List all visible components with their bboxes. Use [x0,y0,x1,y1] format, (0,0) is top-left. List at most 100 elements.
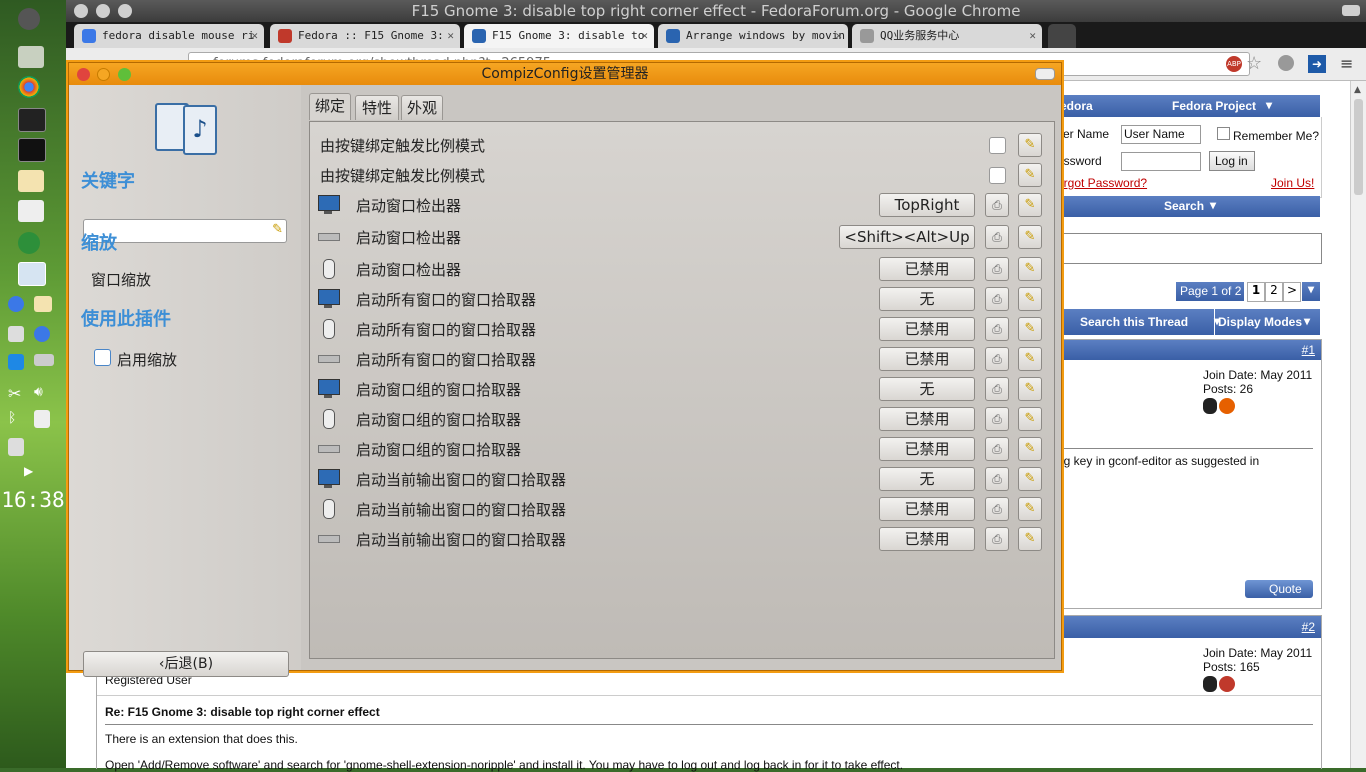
quote-button[interactable]: Quote [1245,580,1313,598]
username-input[interactable]: User Name [1121,125,1201,144]
clipboard-icon[interactable] [34,410,50,428]
browser-tab-1[interactable]: fedora disable mouse ri ✕ [74,24,264,48]
back-button[interactable]: ‹后退(B) [83,651,289,677]
update-icon[interactable] [34,326,50,342]
browser-tab-4[interactable]: Arrange windows by movin ✕ [658,24,848,48]
reset-broom-icon[interactable]: ✎ [1018,467,1042,491]
binding-value-button[interactable]: 已禁用 [879,527,975,551]
tab-features[interactable]: 特性 [355,95,399,120]
keyboard-icon[interactable] [34,354,54,366]
menu-icon[interactable]: ≡ [1340,54,1353,73]
scrollbar-thumb[interactable] [1354,99,1363,195]
browser-tab-3[interactable]: F15 Gnome 3: disable to ✕ [464,24,654,48]
reset-broom-icon[interactable]: ✎ [1018,133,1042,157]
system-monitor-icon[interactable] [18,108,46,132]
star-icon[interactable]: ☆ [1246,53,1262,74]
scroll-up-icon[interactable]: ▲ [1354,85,1361,95]
maximize-icon[interactable] [118,4,132,18]
edit-binding-icon[interactable]: ⎙ [985,225,1009,249]
reset-broom-icon[interactable]: ✎ [1018,497,1042,521]
search-bar[interactable]: Search ▾ [1056,196,1320,217]
reset-broom-icon[interactable]: ✎ [1018,163,1042,187]
binding-value-button[interactable]: 已禁用 [879,437,975,461]
binding-checkbox[interactable] [989,167,1006,184]
browser-tab-2[interactable]: Fedora :: F15 Gnome 3: ✕ [270,24,460,48]
next-page[interactable]: > [1283,282,1301,302]
page-1[interactable]: 1 [1247,282,1265,302]
edit-binding-icon[interactable]: ⎙ [985,407,1009,431]
browser-tab-5[interactable]: QQ业务服务中心 ✕ [852,24,1042,48]
tab-bindings[interactable]: 绑定 [309,93,351,120]
edit-binding-icon[interactable]: ⎙ [985,497,1009,521]
edit-binding-icon[interactable]: ⎙ [985,347,1009,371]
display-modes-menu[interactable]: Display Modes [1214,315,1302,329]
enable-plugin-checkbox[interactable] [94,349,111,366]
binding-value-button[interactable]: 已禁用 [879,497,975,521]
close-icon[interactable]: ✕ [251,24,258,48]
battery-icon[interactable] [8,438,24,456]
binding-value-button[interactable]: 已禁用 [879,347,975,371]
edit-binding-icon[interactable]: ⎙ [985,437,1009,461]
bluetooth-icon[interactable]: ᛒ [8,410,24,428]
network-icon[interactable] [8,296,24,312]
minimize-icon[interactable] [96,4,110,18]
close-icon[interactable]: ✕ [835,24,842,48]
edit-binding-icon[interactable]: ⎙ [985,257,1009,281]
close-icon[interactable]: ✕ [1029,24,1036,48]
chevron-down-icon[interactable]: ▾ [1266,98,1272,112]
new-tab-button[interactable] [1048,24,1076,48]
dialog-titlebar[interactable]: CompizConfig设置管理器 [69,63,1061,85]
binding-value-button[interactable]: 已禁用 [879,407,975,431]
reset-broom-icon[interactable]: ✎ [1018,377,1042,401]
scissors-icon[interactable]: ✂ [8,384,24,403]
volume-icon[interactable]: 🔊︎ [34,384,52,400]
tab-appearance[interactable]: 外观 [401,95,443,120]
binding-value-button[interactable]: <Shift><Alt>Up [839,225,975,249]
forgot-password-link[interactable]: orgot Password? [1057,176,1147,190]
restore-icon[interactable] [1035,68,1055,80]
clear-icon[interactable]: ✎ [272,222,283,237]
page-2[interactable]: 2 [1265,282,1283,302]
reset-broom-icon[interactable]: ✎ [1018,527,1042,551]
binding-value-button[interactable]: TopRight [879,193,975,217]
close-icon[interactable] [77,68,90,81]
minimize-icon[interactable] [97,68,110,81]
reset-broom-icon[interactable]: ✎ [1018,257,1042,281]
restore-icon[interactable] [1342,5,1360,16]
remember-checkbox[interactable] [1217,127,1230,140]
post-number[interactable]: #2 [1302,620,1315,634]
close-icon[interactable]: ✕ [447,24,454,48]
compiz-settings-icon[interactable] [18,262,46,286]
book-icon[interactable] [18,170,44,192]
reader-icon[interactable] [34,296,52,312]
page-scrollbar[interactable]: ▲ [1350,81,1366,768]
clock[interactable]: 16:38 [0,488,66,512]
binding-value-button[interactable]: 已禁用 [879,317,975,341]
reset-broom-icon[interactable]: ✎ [1018,347,1042,371]
close-icon[interactable] [74,4,88,18]
category-item[interactable]: 窗口缩放 [91,269,151,290]
post-number[interactable]: #1 [1302,343,1315,357]
screenshot-icon[interactable] [8,326,24,342]
edit-binding-icon[interactable]: ⎙ [985,193,1009,217]
nav-left-label[interactable]: edora [1060,99,1093,113]
close-icon[interactable]: ✕ [641,24,648,48]
search-thread-menu[interactable]: Search this Thread [1080,315,1188,329]
file-manager-icon[interactable] [18,46,44,68]
edit-binding-icon[interactable]: ⎙ [985,377,1009,401]
arrow-right-icon[interactable]: ▶ [24,464,38,478]
reset-broom-icon[interactable]: ✎ [1018,407,1042,431]
edit-binding-icon[interactable]: ⎙ [985,467,1009,491]
reset-broom-icon[interactable]: ✎ [1018,225,1042,249]
browser-icon[interactable] [18,232,40,254]
join-link[interactable]: Join Us! [1271,176,1314,190]
edit-binding-icon[interactable]: ⎙ [985,317,1009,341]
edit-binding-icon[interactable]: ⎙ [985,287,1009,311]
binding-value-button[interactable]: 已禁用 [879,257,975,281]
login-button[interactable]: Log in [1209,151,1255,171]
share-icon[interactable]: ➜ [1308,55,1326,73]
reset-broom-icon[interactable]: ✎ [1018,193,1042,217]
windows-icon[interactable] [18,200,44,222]
binding-value-button[interactable]: 无 [879,287,975,311]
adblock-icon[interactable]: ABP [1226,56,1242,72]
